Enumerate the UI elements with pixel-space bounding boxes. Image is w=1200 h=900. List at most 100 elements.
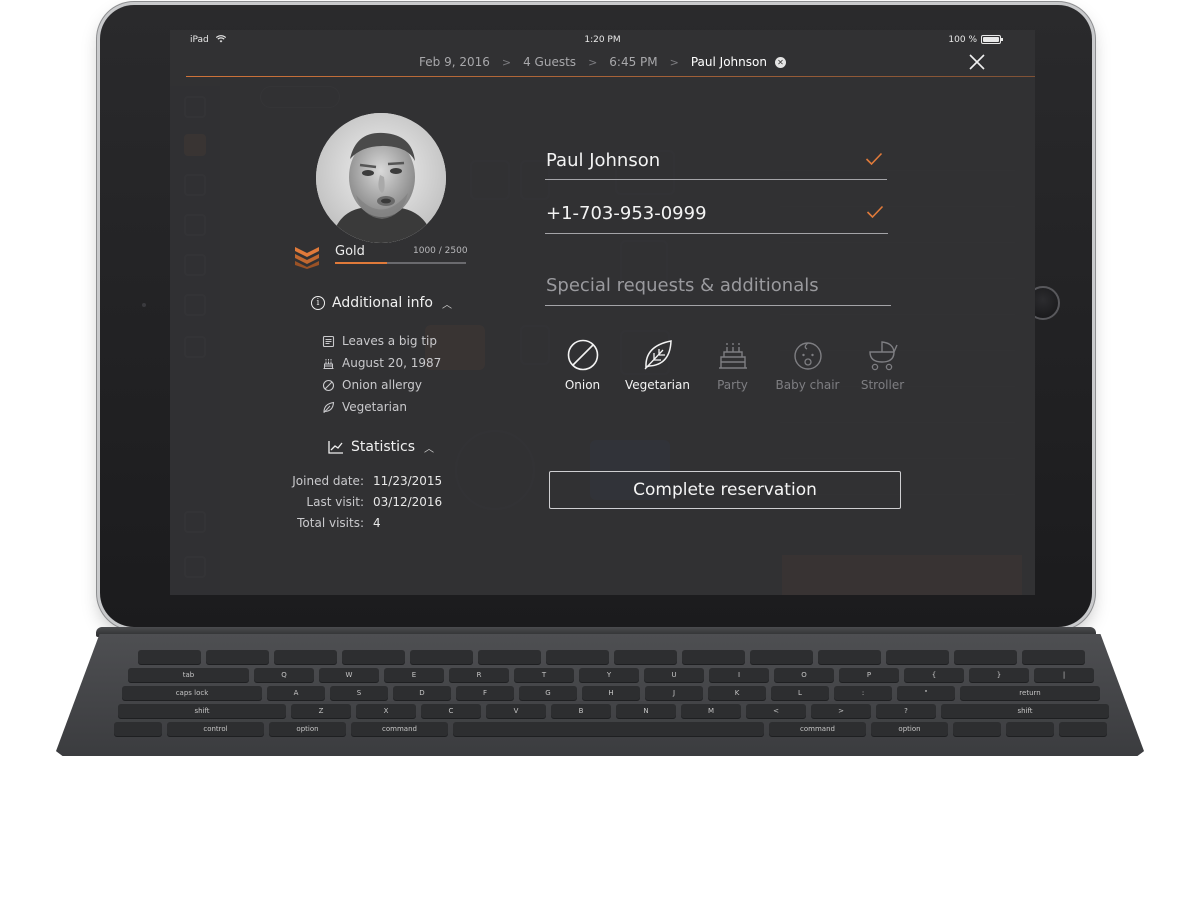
tag-label: Onion bbox=[564, 378, 601, 392]
keyboard-key[interactable]: M bbox=[681, 704, 741, 718]
breadcrumb-guest-name[interactable]: Paul Johnson bbox=[691, 55, 767, 69]
keyboard-key[interactable]: I bbox=[709, 668, 769, 682]
keyboard-key[interactable]: command bbox=[351, 722, 448, 736]
info-item: Onion allergy bbox=[322, 374, 441, 396]
tag-onion[interactable]: Onion bbox=[545, 338, 620, 392]
keyboard-key[interactable] bbox=[1022, 650, 1085, 664]
keyboard-key[interactable]: shift bbox=[118, 704, 286, 718]
info-icon: i bbox=[311, 296, 325, 310]
special-requests-field[interactable]: Special requests & additionals bbox=[545, 275, 891, 306]
no-icon bbox=[322, 379, 335, 391]
stat-row: Total visits: 4 bbox=[280, 516, 442, 537]
breadcrumb-time[interactable]: 6:45 PM bbox=[609, 55, 657, 69]
keyboard-key[interactable]: } bbox=[969, 668, 1029, 682]
tag-baby-chair[interactable]: Baby chair bbox=[770, 338, 845, 392]
guest-name-value: Paul Johnson bbox=[546, 150, 661, 171]
breadcrumb-guests[interactable]: 4 Guests bbox=[523, 55, 576, 69]
keyboard-key[interactable]: S bbox=[330, 686, 388, 700]
keyboard-key[interactable] bbox=[614, 650, 677, 664]
keyboard-key[interactable]: ? bbox=[876, 704, 936, 718]
keyboard-key[interactable] bbox=[886, 650, 949, 664]
keyboard-key[interactable] bbox=[114, 722, 162, 736]
chevron-up-icon: ︿ bbox=[442, 299, 452, 311]
keyboard-key[interactable] bbox=[274, 650, 337, 664]
keyboard-key[interactable]: V bbox=[486, 704, 546, 718]
keyboard-key[interactable] bbox=[818, 650, 881, 664]
keyboard-key[interactable]: J bbox=[645, 686, 703, 700]
keyboard-key[interactable]: " bbox=[897, 686, 955, 700]
keyboard-key[interactable]: K bbox=[708, 686, 766, 700]
keyboard-key[interactable]: option bbox=[269, 722, 346, 736]
header-divider bbox=[186, 76, 1035, 77]
phone-field[interactable]: +1-703-953-0999 bbox=[545, 203, 888, 234]
guest-avatar bbox=[316, 113, 446, 243]
breadcrumb-separator: > bbox=[588, 55, 598, 69]
keyboard-key[interactable]: caps lock bbox=[122, 686, 262, 700]
keyboard-key[interactable]: G bbox=[519, 686, 577, 700]
additional-info-toggle[interactable]: i Additional info ︿ bbox=[311, 295, 452, 311]
keyboard-key[interactable] bbox=[1006, 722, 1054, 736]
keyboard-key[interactable]: L bbox=[771, 686, 829, 700]
tag-vegetarian[interactable]: Vegetarian bbox=[620, 338, 695, 392]
keyboard-key[interactable]: { bbox=[904, 668, 964, 682]
keyboard-key[interactable]: H bbox=[582, 686, 640, 700]
keyboard-key[interactable] bbox=[546, 650, 609, 664]
keyboard-key[interactable] bbox=[682, 650, 745, 664]
keyboard-key[interactable]: : bbox=[834, 686, 892, 700]
status-time: 1:20 PM bbox=[584, 35, 621, 45]
keyboard-key[interactable]: R bbox=[449, 668, 509, 682]
keyboard-key[interactable]: C bbox=[421, 704, 481, 718]
keyboard-key[interactable]: P bbox=[839, 668, 899, 682]
keyboard-key[interactable] bbox=[410, 650, 473, 664]
info-item: Vegetarian bbox=[322, 396, 441, 418]
keyboard-key[interactable]: E bbox=[384, 668, 444, 682]
camera-lens bbox=[142, 303, 146, 307]
keyboard-key[interactable] bbox=[953, 722, 1001, 736]
guest-name-field[interactable]: Paul Johnson bbox=[545, 150, 887, 180]
breadcrumb-date[interactable]: Feb 9, 2016 bbox=[419, 55, 490, 69]
keyboard-key[interactable]: < bbox=[746, 704, 806, 718]
note-icon bbox=[322, 335, 335, 347]
close-icon[interactable] bbox=[967, 52, 987, 72]
keyboard-row: tab Q W E R T Y U I O P {} | bbox=[128, 668, 1094, 682]
keyboard-key[interactable]: Y bbox=[579, 668, 639, 682]
keyboard-key[interactable] bbox=[206, 650, 269, 664]
keyboard-key[interactable] bbox=[453, 722, 764, 736]
keyboard-row bbox=[138, 650, 1085, 664]
keyboard-key[interactable]: N bbox=[616, 704, 676, 718]
remove-circle-icon[interactable]: ✕ bbox=[774, 56, 786, 68]
keyboard-key[interactable]: tab bbox=[128, 668, 249, 682]
keyboard-key[interactable]: > bbox=[811, 704, 871, 718]
keyboard-key[interactable]: option bbox=[871, 722, 948, 736]
keyboard-key[interactable]: shift bbox=[941, 704, 1109, 718]
keyboard-key[interactable]: return bbox=[960, 686, 1100, 700]
stat-label: Total visits: bbox=[297, 516, 364, 530]
keyboard-key[interactable]: D bbox=[393, 686, 451, 700]
tag-party[interactable]: Party bbox=[695, 338, 770, 392]
keyboard-key[interactable]: U bbox=[644, 668, 704, 682]
stat-label: Joined date: bbox=[292, 474, 364, 488]
keyboard-key[interactable]: Q bbox=[254, 668, 314, 682]
keyboard-row: shift Z X C V B N M < >? shift bbox=[118, 704, 1109, 718]
keyboard-key[interactable]: | bbox=[1034, 668, 1094, 682]
complete-reservation-button[interactable]: Complete reservation bbox=[549, 471, 901, 509]
keyboard-key[interactable]: O bbox=[774, 668, 834, 682]
keyboard-key[interactable] bbox=[954, 650, 1017, 664]
keyboard-key[interactable]: F bbox=[456, 686, 514, 700]
keyboard-key[interactable]: A bbox=[267, 686, 325, 700]
keyboard-key[interactable] bbox=[478, 650, 541, 664]
keyboard-key[interactable]: X bbox=[356, 704, 416, 718]
keyboard-key[interactable] bbox=[138, 650, 201, 664]
keyboard-key[interactable]: control bbox=[167, 722, 264, 736]
keyboard-key[interactable]: B bbox=[551, 704, 611, 718]
statistics-toggle[interactable]: Statistics ︿ bbox=[328, 439, 434, 455]
additional-info-title: Additional info bbox=[332, 295, 433, 311]
tag-stroller[interactable]: Stroller bbox=[845, 338, 920, 392]
keyboard-key[interactable]: T bbox=[514, 668, 574, 682]
keyboard-key[interactable] bbox=[1059, 722, 1107, 736]
keyboard-key[interactable] bbox=[750, 650, 813, 664]
keyboard-key[interactable]: command bbox=[769, 722, 866, 736]
keyboard-key[interactable] bbox=[342, 650, 405, 664]
keyboard-key[interactable]: W bbox=[319, 668, 379, 682]
keyboard-key[interactable]: Z bbox=[291, 704, 351, 718]
